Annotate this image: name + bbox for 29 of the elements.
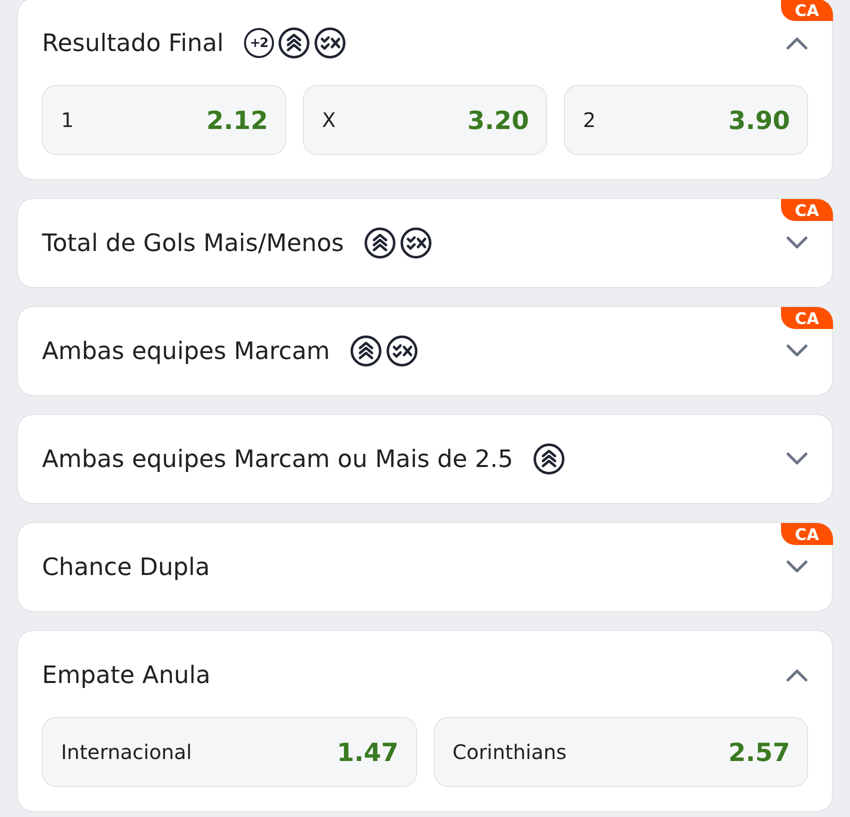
chevron-down-icon[interactable]: [786, 236, 808, 250]
chevron-up-icon[interactable]: [786, 36, 808, 50]
odds-button[interactable]: 1 2.12: [42, 85, 286, 155]
market-title: Chance Dupla: [42, 553, 210, 581]
cash-out-badge: CA: [780, 199, 833, 221]
odds-button[interactable]: Internacional 1.47: [42, 717, 416, 787]
market-title: Ambas equipes Marcam ou Mais de 2.5: [42, 445, 514, 473]
chevron-down-icon[interactable]: [786, 452, 808, 466]
cash-out-badge: CA: [780, 523, 833, 545]
market-title: Total de Gols Mais/Menos: [42, 229, 344, 257]
check-cross-icon: [386, 335, 418, 367]
odds-button[interactable]: 2 3.90: [564, 85, 808, 155]
odds-button[interactable]: X 3.20: [303, 85, 547, 155]
chevron-up-icon[interactable]: [786, 668, 808, 682]
market-title: Ambas equipes Marcam: [42, 337, 330, 365]
plus-two-icon: +2: [244, 28, 274, 58]
check-cross-icon: [400, 227, 432, 259]
cash-out-badge: CA: [780, 307, 833, 329]
chevron-down-icon[interactable]: [786, 344, 808, 358]
market-title: Resultado Final: [42, 29, 224, 57]
chevrons-up-icon: [364, 227, 396, 259]
chevron-down-icon[interactable]: [786, 560, 808, 574]
chevrons-up-icon: [350, 335, 382, 367]
chevrons-up-icon: [278, 27, 310, 59]
odds-button[interactable]: Corinthians 2.57: [434, 717, 808, 787]
check-cross-icon: [314, 27, 346, 59]
market-title: Empate Anula: [42, 661, 211, 689]
chevrons-up-icon: [533, 443, 566, 475]
cash-out-badge: CA: [780, 0, 833, 21]
